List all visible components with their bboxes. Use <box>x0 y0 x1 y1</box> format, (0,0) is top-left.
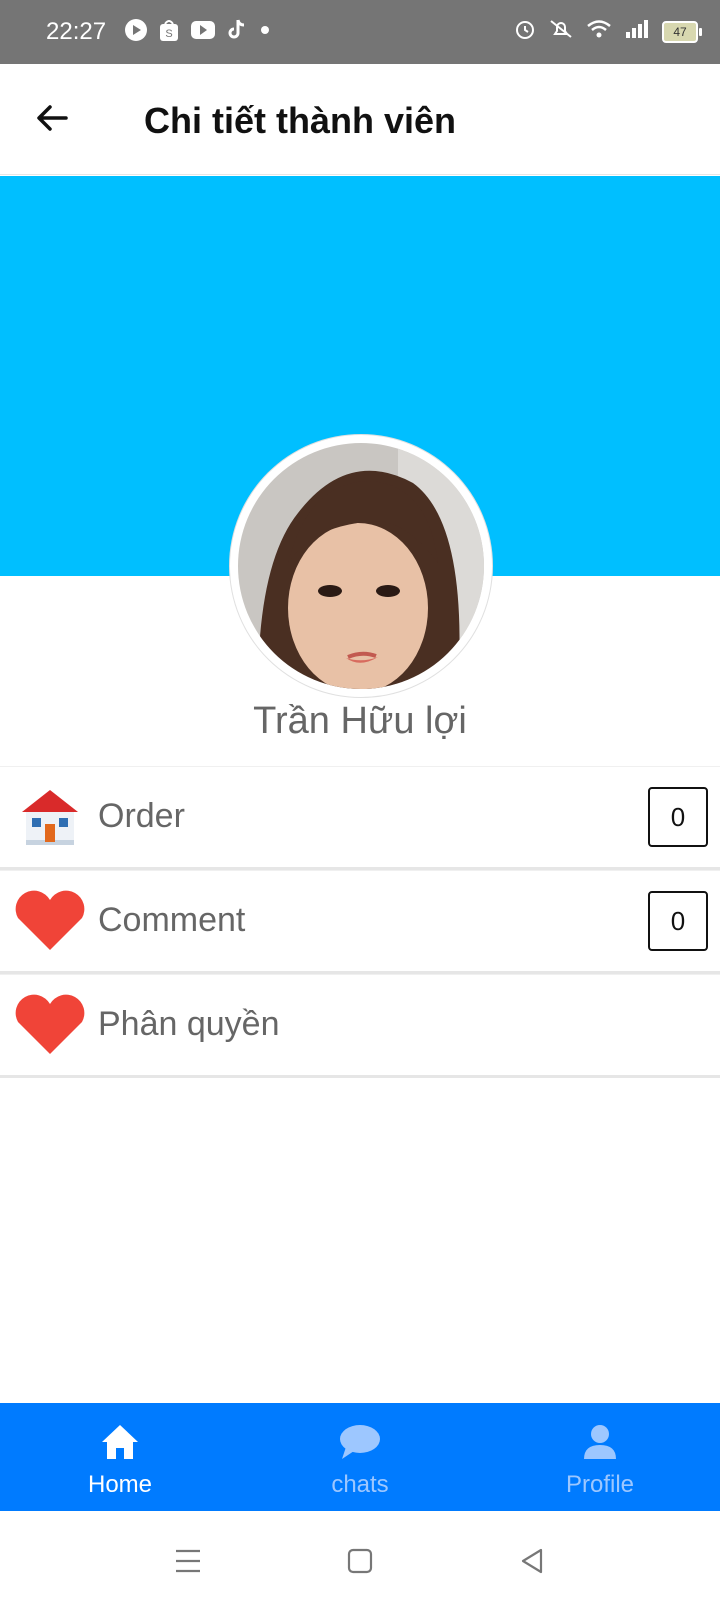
chat-bubble-icon <box>240 1423 480 1463</box>
status-right-icons: 47 <box>514 18 702 45</box>
menu-icon[interactable] <box>168 1541 208 1581</box>
row-label: Order <box>98 797 185 835</box>
nav-item-chats[interactable]: chats <box>240 1403 480 1511</box>
list-item-order[interactable]: Order 0 <box>0 766 720 870</box>
dot-icon <box>258 23 272 42</box>
member-stats-list: Order 0 Comment 0 Phân quyền <box>0 766 720 1078</box>
nav-item-home[interactable]: Home <box>0 1403 240 1511</box>
system-nav-bar <box>0 1511 720 1600</box>
avatar-frame <box>230 435 492 697</box>
arrow-left-icon <box>34 100 70 141</box>
wifi-icon <box>586 18 612 45</box>
alarm-icon <box>514 18 536 45</box>
bottom-nav: Home chats Profile <box>0 1403 720 1511</box>
play-icon <box>124 18 148 47</box>
status-bar: 22:27 S 47 <box>0 0 720 64</box>
status-left-icons: S <box>124 18 272 47</box>
nav-label: Home <box>87 1471 153 1498</box>
heart-icon <box>12 993 88 1057</box>
nav-label: chats <box>331 1471 389 1498</box>
home-icon <box>0 1423 240 1463</box>
nav-item-profile[interactable]: Profile <box>480 1403 720 1511</box>
heart-icon <box>12 889 88 953</box>
list-item-comment[interactable]: Comment 0 <box>0 870 720 974</box>
signal-icon <box>624 18 650 45</box>
nav-label: Profile <box>565 1471 635 1498</box>
back-button[interactable] <box>30 98 74 142</box>
app-bar: Chi tiết thành viên <box>0 64 720 175</box>
status-time: 22:27 <box>46 18 107 45</box>
person-icon <box>480 1423 720 1463</box>
tiktok-icon <box>226 18 248 47</box>
avatar[interactable] <box>238 443 484 689</box>
order-count: 0 <box>648 787 708 847</box>
battery-icon: 47 <box>662 20 702 43</box>
list-item-permissions[interactable]: Phân quyền <box>0 974 720 1078</box>
square-home-icon[interactable] <box>340 1541 380 1581</box>
house-icon <box>12 785 88 849</box>
user-name: Trần Hữu lợi <box>253 700 467 742</box>
comment-count: 0 <box>648 891 708 951</box>
row-label: Phân quyền <box>98 1005 280 1043</box>
page-title: Chi tiết thành viên <box>144 100 457 141</box>
row-label: Comment <box>98 901 246 939</box>
triangle-back-icon[interactable] <box>512 1541 552 1581</box>
youtube-icon <box>190 20 216 45</box>
mute-icon <box>548 18 574 45</box>
shop-icon: S <box>158 18 180 47</box>
svg-text:S: S <box>165 28 172 40</box>
